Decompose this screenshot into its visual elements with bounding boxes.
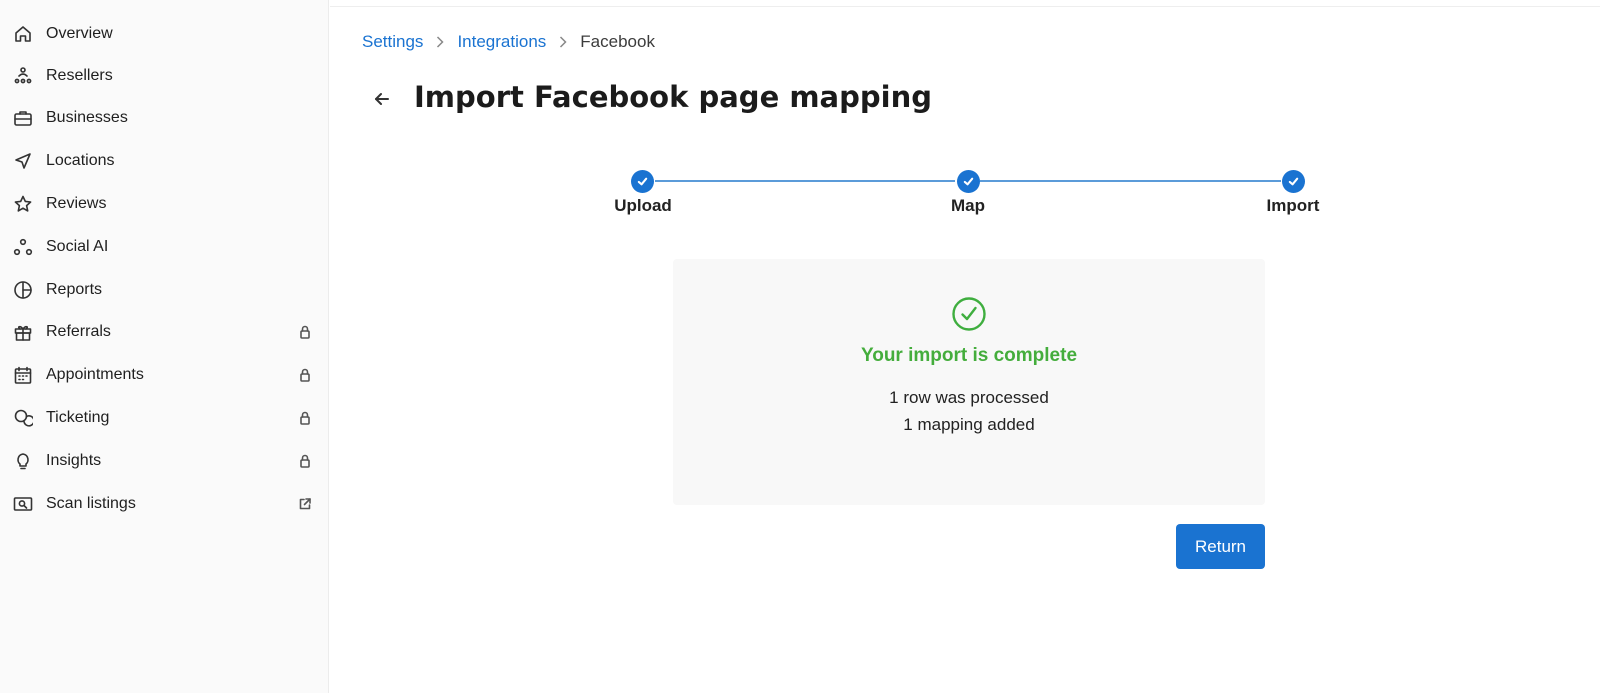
chat-bubbles-icon <box>12 407 34 429</box>
step-label-upload: Upload <box>614 196 672 215</box>
sidebar-item-overview[interactable]: Overview <box>0 14 329 54</box>
sidebar-item-appointments[interactable]: Appointments <box>0 355 329 395</box>
step-connector <box>980 180 1281 182</box>
step-label-import: Import <box>1266 196 1320 215</box>
pie-chart-icon <box>12 279 34 301</box>
checkmark-icon <box>1288 177 1299 186</box>
step-complete-indicator <box>957 170 980 193</box>
sidebar-item-resellers[interactable]: Resellers <box>0 56 329 96</box>
breadcrumb-link-settings[interactable]: Settings <box>362 32 423 52</box>
lock-icon <box>297 410 313 426</box>
check-circle-icon <box>951 296 987 332</box>
sidebar-item-label: Resellers <box>46 67 113 84</box>
scan-icon <box>12 493 34 515</box>
breadcrumb-current: Facebook <box>580 32 655 51</box>
step-label-map: Map <box>951 196 985 215</box>
sidebar-item-insights[interactable]: Insights <box>0 441 329 481</box>
sidebar-item-reports[interactable]: Reports <box>0 270 329 310</box>
back-button[interactable] <box>368 85 396 113</box>
breadcrumb: Settings Integrations Facebook <box>362 32 655 52</box>
briefcase-icon <box>12 107 34 129</box>
success-message: Your import is complete <box>860 345 1078 366</box>
lock-icon <box>297 367 313 383</box>
chevron-right-icon <box>435 36 445 48</box>
step-complete-indicator <box>631 170 654 193</box>
sidebar-item-businesses[interactable]: Businesses <box>0 98 329 138</box>
home-icon <box>12 23 34 45</box>
lightbulb-icon <box>12 450 34 472</box>
checkmark-icon <box>963 177 974 186</box>
result-mappings-added: 1 mapping added <box>903 415 1035 434</box>
lock-icon <box>297 453 313 469</box>
result-rows-processed: 1 row was processed <box>889 388 1049 407</box>
sidebar-item-label: Referrals <box>46 323 111 340</box>
sidebar: Overview Resellers Businesses Locations … <box>0 0 329 693</box>
step-complete-indicator <box>1282 170 1305 193</box>
sidebar-item-label: Ticketing <box>46 409 110 426</box>
sidebar-item-label: Insights <box>46 452 102 469</box>
return-button[interactable]: Return <box>1176 524 1265 569</box>
lock-icon <box>297 324 313 340</box>
resellers-icon <box>12 65 34 87</box>
sidebar-item-label: Scan listings <box>46 495 136 512</box>
sidebar-item-referrals[interactable]: Referrals <box>0 312 329 352</box>
sidebar-item-label: Social AI <box>46 238 109 255</box>
sidebar-item-social-ai[interactable]: Social AI <box>0 227 329 267</box>
checkmark-icon <box>637 177 648 186</box>
sidebar-item-label: Reports <box>46 281 103 298</box>
import-result-card: Your import is complete 1 row was proces… <box>673 259 1265 505</box>
sidebar-item-label: Appointments <box>46 366 144 383</box>
sidebar-item-label: Businesses <box>46 109 128 126</box>
import-stepper: Upload Map Import <box>0 168 1600 228</box>
sidebar-item-label: Overview <box>46 25 113 42</box>
external-link-icon <box>297 496 313 512</box>
arrow-left-icon <box>375 93 389 105</box>
gift-icon <box>12 321 34 343</box>
social-nodes-icon <box>12 236 34 258</box>
breadcrumb-link-integrations[interactable]: Integrations <box>457 32 546 52</box>
sidebar-item-ticketing[interactable]: Ticketing <box>0 398 329 438</box>
top-divider <box>330 6 1600 7</box>
page-title: Import Facebook page mapping <box>414 80 932 114</box>
step-connector <box>655 180 955 182</box>
chevron-right-icon <box>558 36 568 48</box>
sidebar-item-scan-listings[interactable]: Scan listings <box>0 484 329 524</box>
calendar-icon <box>12 364 34 386</box>
